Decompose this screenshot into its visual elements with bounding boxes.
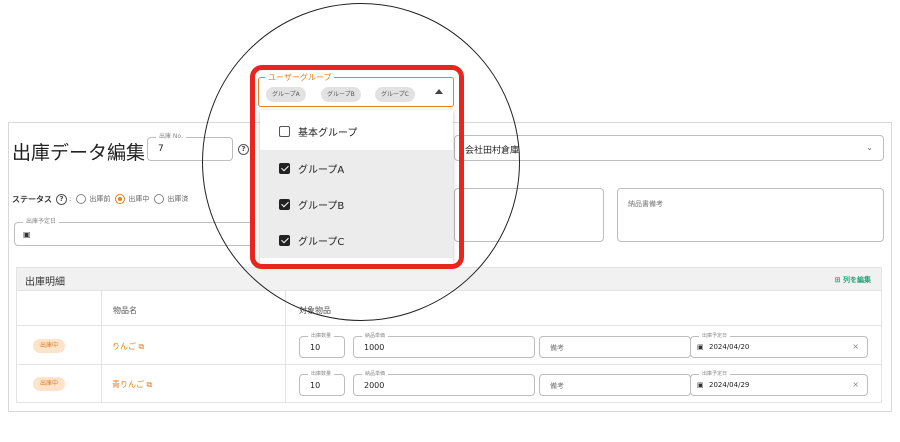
item-link[interactable]: 青りんご ⧉ — [112, 379, 152, 390]
price-value: 1000 — [364, 343, 385, 352]
note-field[interactable]: 備考 — [539, 336, 691, 358]
status-option-before: 出庫前 — [89, 195, 111, 203]
price-field[interactable]: 納品単価 2000 — [353, 369, 535, 396]
edit-columns-label: 列を編集 — [843, 276, 871, 284]
status-radio-before[interactable] — [76, 194, 87, 204]
highlight-frame — [250, 65, 464, 269]
table-grid: 物品名 対象物品 出庫中 りんご ⧉ 出庫数量 10 納品単価 1000 備考 … — [16, 291, 882, 403]
note-placeholder: 備考 — [550, 382, 564, 390]
clear-icon[interactable]: × — [852, 342, 859, 351]
status-help-icon[interactable]: ? — [56, 193, 67, 205]
status-option-done: 出庫済 — [167, 195, 189, 203]
row-date-label: 出庫予定日 — [699, 331, 731, 341]
status-radio-inprogress[interactable] — [115, 194, 126, 204]
qty-label: 出庫数量 — [308, 369, 335, 379]
columns-icon: ⊞ — [834, 276, 843, 284]
row-date-field[interactable]: 出庫予定日 ▣ 2024/04/20 × — [690, 331, 868, 358]
item-name: りんご — [112, 342, 136, 351]
external-link-icon: ⧉ — [138, 342, 145, 351]
status-option-inprogress: 出庫中 — [128, 195, 150, 203]
price-label: 納品単価 — [362, 369, 389, 379]
clear-icon[interactable]: × — [852, 380, 859, 389]
status-badge: 出庫中 — [33, 339, 65, 353]
note-placeholder: 備考 — [550, 344, 564, 352]
column-header-item: 物品名 — [113, 306, 137, 315]
calendar-icon: ▣ — [697, 343, 704, 351]
price-label: 納品単価 — [362, 331, 389, 341]
item-link[interactable]: りんご ⧉ — [112, 341, 144, 352]
qty-field[interactable]: 出庫数量 10 — [299, 331, 345, 358]
scheduled-date-label: 出庫予定日 — [23, 217, 60, 227]
row-date-value: 2024/04/29 — [709, 381, 750, 389]
shipment-no-value: 7 — [158, 144, 164, 154]
edit-columns-button[interactable]: ⊞ 列を編集 — [835, 275, 871, 285]
row-date-field[interactable]: 出庫予定日 ▣ 2024/04/29 × — [690, 369, 868, 396]
calendar-icon: ▣ — [23, 230, 31, 239]
delivery-note-placeholder: 納品書備考 — [628, 200, 663, 208]
chevron-down-icon: ⌄ — [866, 143, 873, 152]
external-link-icon: ⧉ — [146, 380, 153, 389]
qty-value: 10 — [310, 343, 321, 352]
qty-value: 10 — [310, 381, 321, 390]
status-radio-done[interactable] — [154, 194, 165, 204]
status-label: ステータス — [12, 194, 52, 204]
note-field[interactable]: 備考 — [539, 374, 691, 396]
calendar-icon: ▣ — [697, 381, 704, 389]
status-row: ステータス ? : 出庫前 出庫中 出庫済 — [12, 193, 189, 205]
delivery-note-textarea[interactable]: 納品書備考 — [617, 188, 884, 242]
price-field[interactable]: 納品単価 1000 — [353, 331, 535, 358]
page-title: 出庫データ編集 — [12, 142, 146, 164]
qty-field[interactable]: 出庫数量 10 — [299, 369, 345, 396]
row-date-label: 出庫予定日 — [699, 369, 731, 379]
qty-label: 出庫数量 — [308, 331, 335, 341]
shipment-no-label: 出庫 No. — [156, 132, 186, 142]
table-title: 出庫明細 — [25, 277, 65, 288]
price-value: 2000 — [364, 381, 385, 390]
status-badge: 出庫中 — [33, 377, 65, 391]
item-name: 青りんご — [112, 380, 144, 389]
row-date-value: 2024/04/20 — [709, 343, 750, 351]
